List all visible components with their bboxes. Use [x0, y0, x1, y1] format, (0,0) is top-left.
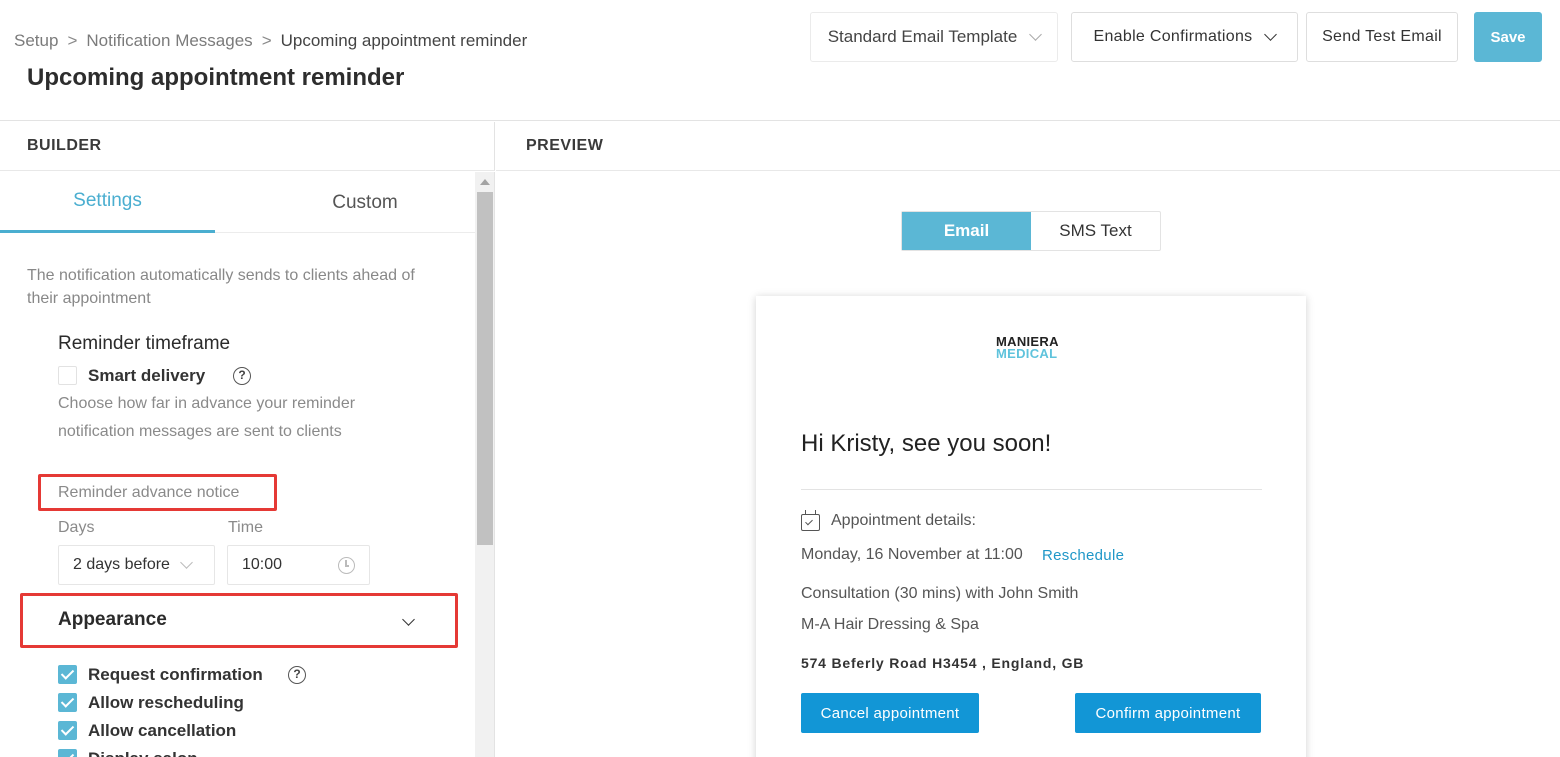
time-label: Time: [228, 519, 263, 536]
breadcrumb-item-setup[interactable]: Setup: [14, 31, 58, 50]
appointment-address: 574 Beferly Road H3454 , England, GB: [801, 655, 1085, 671]
display-salon-label: Display salon: [88, 749, 198, 757]
time-input-value: 10:00: [242, 556, 283, 573]
cancel-appointment-button[interactable]: Cancel appointment: [801, 693, 979, 733]
scrollbar-thumb[interactable]: [477, 192, 493, 545]
chevron-down-icon: [1029, 27, 1043, 41]
email-greeting: Hi Kristy, see you soon!: [801, 430, 1052, 457]
reschedule-link[interactable]: Reschedule: [1042, 547, 1124, 564]
smart-delivery-label: Smart delivery: [88, 366, 206, 385]
confirmations-select[interactable]: Enable Confirmations: [1071, 12, 1298, 62]
page-header: Setup > Notification Messages > Upcoming app…: [0, 0, 1560, 121]
allow-cancellation-checkbox[interactable]: [58, 721, 77, 740]
scroll-up-arrow-icon[interactable]: [480, 179, 490, 185]
appearance-accordion[interactable]: Appearance: [20, 593, 458, 648]
builder-scrollbar[interactable]: [475, 172, 494, 757]
page-title: Upcoming appointment reminder: [27, 64, 405, 91]
email-toggle-button[interactable]: Email: [902, 212, 1031, 250]
appearance-label: Appearance: [58, 609, 167, 630]
logo-line-2: MEDICAL: [996, 346, 1058, 361]
appointment-datetime: Monday, 16 November at 11:00: [801, 546, 1023, 563]
template-select[interactable]: Standard Email Template: [810, 12, 1058, 62]
confirm-appointment-button[interactable]: Confirm appointment: [1075, 693, 1261, 733]
allow-rescheduling-label: Allow rescheduling: [88, 693, 244, 712]
appointment-venue: M-A Hair Dressing & Spa: [801, 616, 979, 633]
preview-mode-toggle: Email SMS Text: [901, 211, 1161, 251]
breadcrumb: Setup > Notification Messages > Upcoming app…: [14, 31, 527, 51]
send-test-email-button[interactable]: Send Test Email: [1306, 12, 1458, 62]
breadcrumb-separator: >: [67, 31, 78, 50]
chevron-down-icon: [180, 555, 193, 569]
smart-delivery-checkbox[interactable]: [58, 366, 77, 385]
preview-section-title: PREVIEW: [496, 122, 1560, 171]
notification-description: The notification automatically sends to …: [27, 267, 415, 307]
tab-custom[interactable]: Custom: [255, 172, 475, 233]
display-salon-checkbox[interactable]: [58, 749, 77, 757]
builder-tabs: Settings Custom: [0, 172, 475, 233]
timeframe-hint: Choose how far in advance your reminder …: [58, 395, 356, 440]
reminder-timeframe-title: Reminder timeframe: [58, 333, 231, 354]
divider: [801, 489, 1262, 490]
reminder-advance-notice-label: Reminder advance notice: [58, 484, 240, 501]
appointment-details-heading: Appointment details:: [831, 512, 976, 529]
time-input[interactable]: 10:00: [227, 545, 370, 585]
appointment-service: Consultation (30 mins) with John Smith: [801, 585, 1079, 602]
request-confirmation-checkbox[interactable]: [58, 665, 77, 684]
help-icon[interactable]: ?: [288, 666, 306, 684]
builder-panel: Settings Custom The notification automat…: [0, 172, 495, 757]
calendar-check-icon: [801, 510, 820, 531]
request-confirmation-label: Request confirmation: [88, 665, 263, 684]
tab-settings[interactable]: Settings: [0, 172, 215, 233]
breadcrumb-item-current: Upcoming appointment reminder: [280, 31, 528, 50]
save-button[interactable]: Save: [1474, 12, 1542, 62]
confirmations-select-value: Enable Confirmations: [1093, 28, 1253, 45]
builder-section-title: BUILDER: [0, 122, 495, 171]
email-preview-card: MANIERA MEDICAL Hi Kristy, see you soon!…: [756, 296, 1306, 757]
days-select-value: 2 days before: [73, 556, 170, 573]
help-icon[interactable]: ?: [233, 367, 251, 385]
breadcrumb-separator: >: [261, 31, 272, 50]
breadcrumb-item-notification-messages[interactable]: Notification Messages: [86, 31, 252, 50]
days-label: Days: [58, 519, 95, 536]
allow-cancellation-label: Allow cancellation: [88, 721, 237, 740]
allow-rescheduling-checkbox[interactable]: [58, 693, 77, 712]
template-select-value: Standard Email Template: [827, 27, 1018, 46]
sms-toggle-button[interactable]: SMS Text: [1031, 212, 1160, 250]
brand-logo: MANIERA MEDICAL: [996, 335, 1059, 361]
days-select[interactable]: 2 days before: [58, 545, 215, 585]
chevron-down-icon: [1264, 27, 1278, 41]
chevron-down-icon: [402, 613, 415, 626]
clock-icon: [338, 557, 355, 574]
preview-panel: Email SMS Text MANIERA MEDICAL Hi Kristy…: [496, 172, 1560, 757]
